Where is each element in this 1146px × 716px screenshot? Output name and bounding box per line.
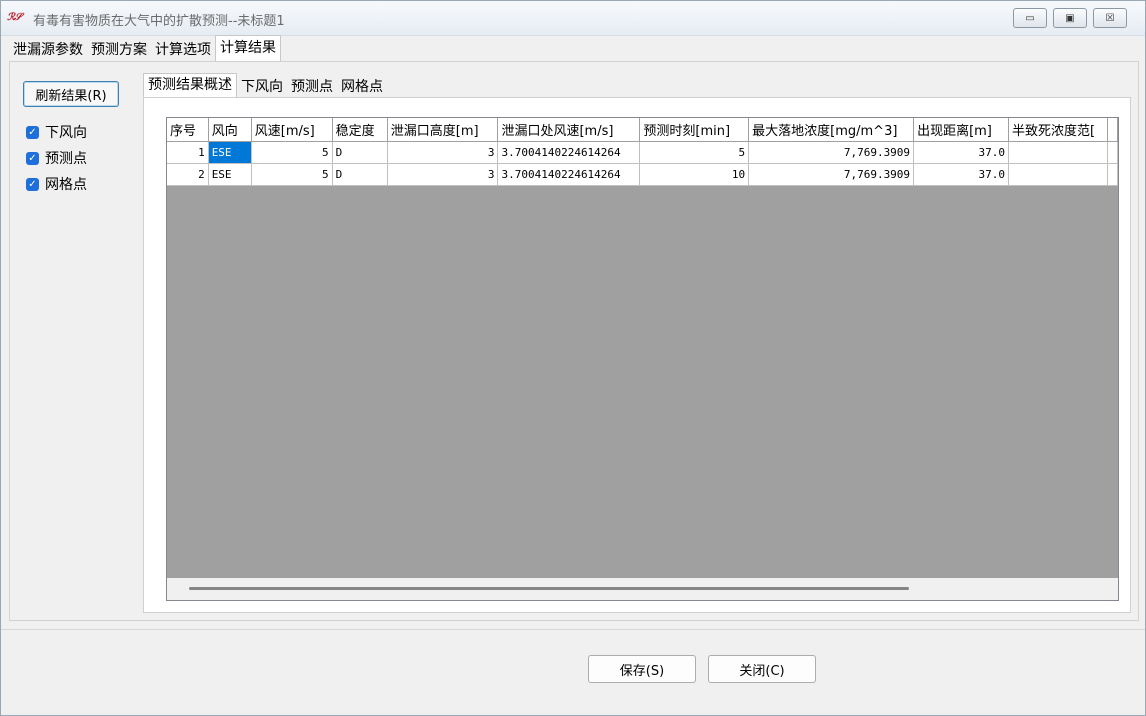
maximize-icon: ▣ [1065, 12, 1075, 24]
checkbox-checked-icon[interactable]: ✓ [26, 177, 39, 191]
col-header-stability[interactable]: 稳定度 [332, 118, 388, 142]
checkbox-grid-point-row[interactable]: ✓ 网格点 [26, 174, 87, 194]
checkbox-downwind-row[interactable]: ✓ 下风向 [26, 122, 87, 142]
refresh-results-button[interactable]: 刷新结果(R) [23, 81, 119, 107]
app-logo-icon: ℛ𝒮 [7, 12, 22, 23]
cell-wind-speed[interactable]: 5 [251, 163, 333, 186]
tab-calc-results[interactable]: 计算结果 [215, 35, 281, 61]
minimize-button[interactable]: ▭ [1013, 8, 1047, 28]
col-header-prediction-time[interactable]: 预测时刻[min] [639, 118, 750, 142]
tab-prediction-scheme[interactable]: 预测方案 [87, 39, 151, 61]
cell-lc50-range[interactable] [1008, 141, 1109, 164]
col-header-extra [1107, 118, 1118, 142]
checkbox-checked-icon[interactable]: ✓ [26, 151, 39, 165]
tab-downwind[interactable]: 下风向 [237, 76, 287, 98]
tab-results-overview[interactable]: 预测结果概述 [143, 73, 237, 98]
cell-stability[interactable]: D [332, 163, 388, 186]
table-row[interactable]: 1 ESE 5 D 3 3.7004140224614264 5 7,769.3… [167, 141, 1118, 164]
close-icon: ☒ [1105, 12, 1115, 24]
tab-calc-options[interactable]: 计算选项 [151, 39, 215, 61]
col-header-wind-speed[interactable]: 风速[m/s] [251, 118, 333, 142]
table-header-row: 序号 风向 风速[m/s] 稳定度 泄漏口高度[m] 泄漏口处风速[m/s] 预… [167, 118, 1118, 142]
tab-prediction-points[interactable]: 预测点 [287, 76, 337, 98]
save-button[interactable]: 保存(S) [588, 655, 696, 683]
cell-prediction-time[interactable]: 5 [639, 141, 750, 164]
cell-leak-height[interactable]: 3 [387, 163, 499, 186]
footer-divider [1, 629, 1145, 630]
cell-max-concentration[interactable]: 7,769.3909 [748, 141, 915, 164]
cell-wind-dir[interactable]: ESE [208, 163, 252, 186]
col-header-leak-height[interactable]: 泄漏口高度[m] [387, 118, 499, 142]
cell-index[interactable]: 2 [167, 163, 209, 186]
results-table: 序号 风向 风速[m/s] 稳定度 泄漏口高度[m] 泄漏口处风速[m/s] 预… [167, 118, 1118, 186]
app-window: ℛ𝒮 有毒有害物质在大气中的扩散预测--未标题1 ▭ ▣ ☒ 泄漏源参数 预测方… [0, 0, 1146, 716]
cell-index[interactable]: 1 [167, 141, 209, 164]
col-header-wind-dir[interactable]: 风向 [208, 118, 252, 142]
cell-distance[interactable]: 37.0 [913, 163, 1009, 186]
outer-tab-strip: 泄漏源参数 预测方案 计算选项 计算结果 [9, 35, 281, 61]
cell-lc50-range[interactable] [1008, 163, 1109, 186]
checkbox-grid-point-label: 网格点 [45, 177, 87, 193]
cell-leak-wind-speed[interactable]: 3.7004140224614264 [497, 163, 641, 186]
cell-leak-height[interactable]: 3 [387, 141, 499, 164]
col-header-distance[interactable]: 出现距离[m] [913, 118, 1009, 142]
cell-max-concentration[interactable]: 7,769.3909 [748, 163, 915, 186]
cell-distance[interactable]: 37.0 [913, 141, 1009, 164]
tab-grid-points[interactable]: 网格点 [337, 76, 387, 98]
col-header-lc50-range[interactable]: 半致死浓度范[ [1008, 118, 1109, 142]
cell-prediction-time[interactable]: 10 [639, 163, 750, 186]
inner-tab-strip: 预测结果概述 下风向 预测点 网格点 [143, 73, 387, 98]
results-grid[interactable]: 序号 风向 风速[m/s] 稳定度 泄漏口高度[m] 泄漏口处风速[m/s] 预… [166, 117, 1119, 601]
table-row[interactable]: 2 ESE 5 D 3 3.7004140224614264 10 7,769.… [167, 163, 1118, 186]
horizontal-scrollbar[interactable] [167, 578, 1118, 600]
cell-leak-wind-speed[interactable]: 3.7004140224614264 [497, 141, 641, 164]
checkbox-prediction-point-label: 预测点 [45, 151, 87, 167]
cell-extra[interactable] [1107, 163, 1118, 186]
tab-leak-source-params[interactable]: 泄漏源参数 [9, 39, 87, 61]
col-header-max-concentration[interactable]: 最大落地浓度[mg/m^3] [748, 118, 915, 142]
cell-extra[interactable] [1107, 141, 1118, 164]
window-title: 有毒有害物质在大气中的扩散预测--未标题1 [33, 14, 285, 29]
close-button[interactable]: ☒ [1093, 8, 1127, 28]
minimize-icon: ▭ [1025, 12, 1035, 24]
close-dialog-button[interactable]: 关闭(C) [708, 655, 816, 683]
cell-stability[interactable]: D [332, 141, 388, 164]
cell-wind-speed[interactable]: 5 [251, 141, 333, 164]
col-header-leak-wind-speed[interactable]: 泄漏口处风速[m/s] [497, 118, 641, 142]
checkbox-prediction-point-row[interactable]: ✓ 预测点 [26, 148, 87, 168]
title-bar: ℛ𝒮 有毒有害物质在大气中的扩散预测--未标题1 ▭ ▣ ☒ [1, 1, 1145, 36]
col-header-index[interactable]: 序号 [167, 118, 209, 142]
scrollbar-thumb[interactable] [189, 587, 909, 590]
cell-wind-dir[interactable]: ESE [208, 141, 252, 164]
maximize-button[interactable]: ▣ [1053, 8, 1087, 28]
checkbox-checked-icon[interactable]: ✓ [26, 125, 39, 139]
checkbox-downwind-label: 下风向 [45, 125, 87, 141]
